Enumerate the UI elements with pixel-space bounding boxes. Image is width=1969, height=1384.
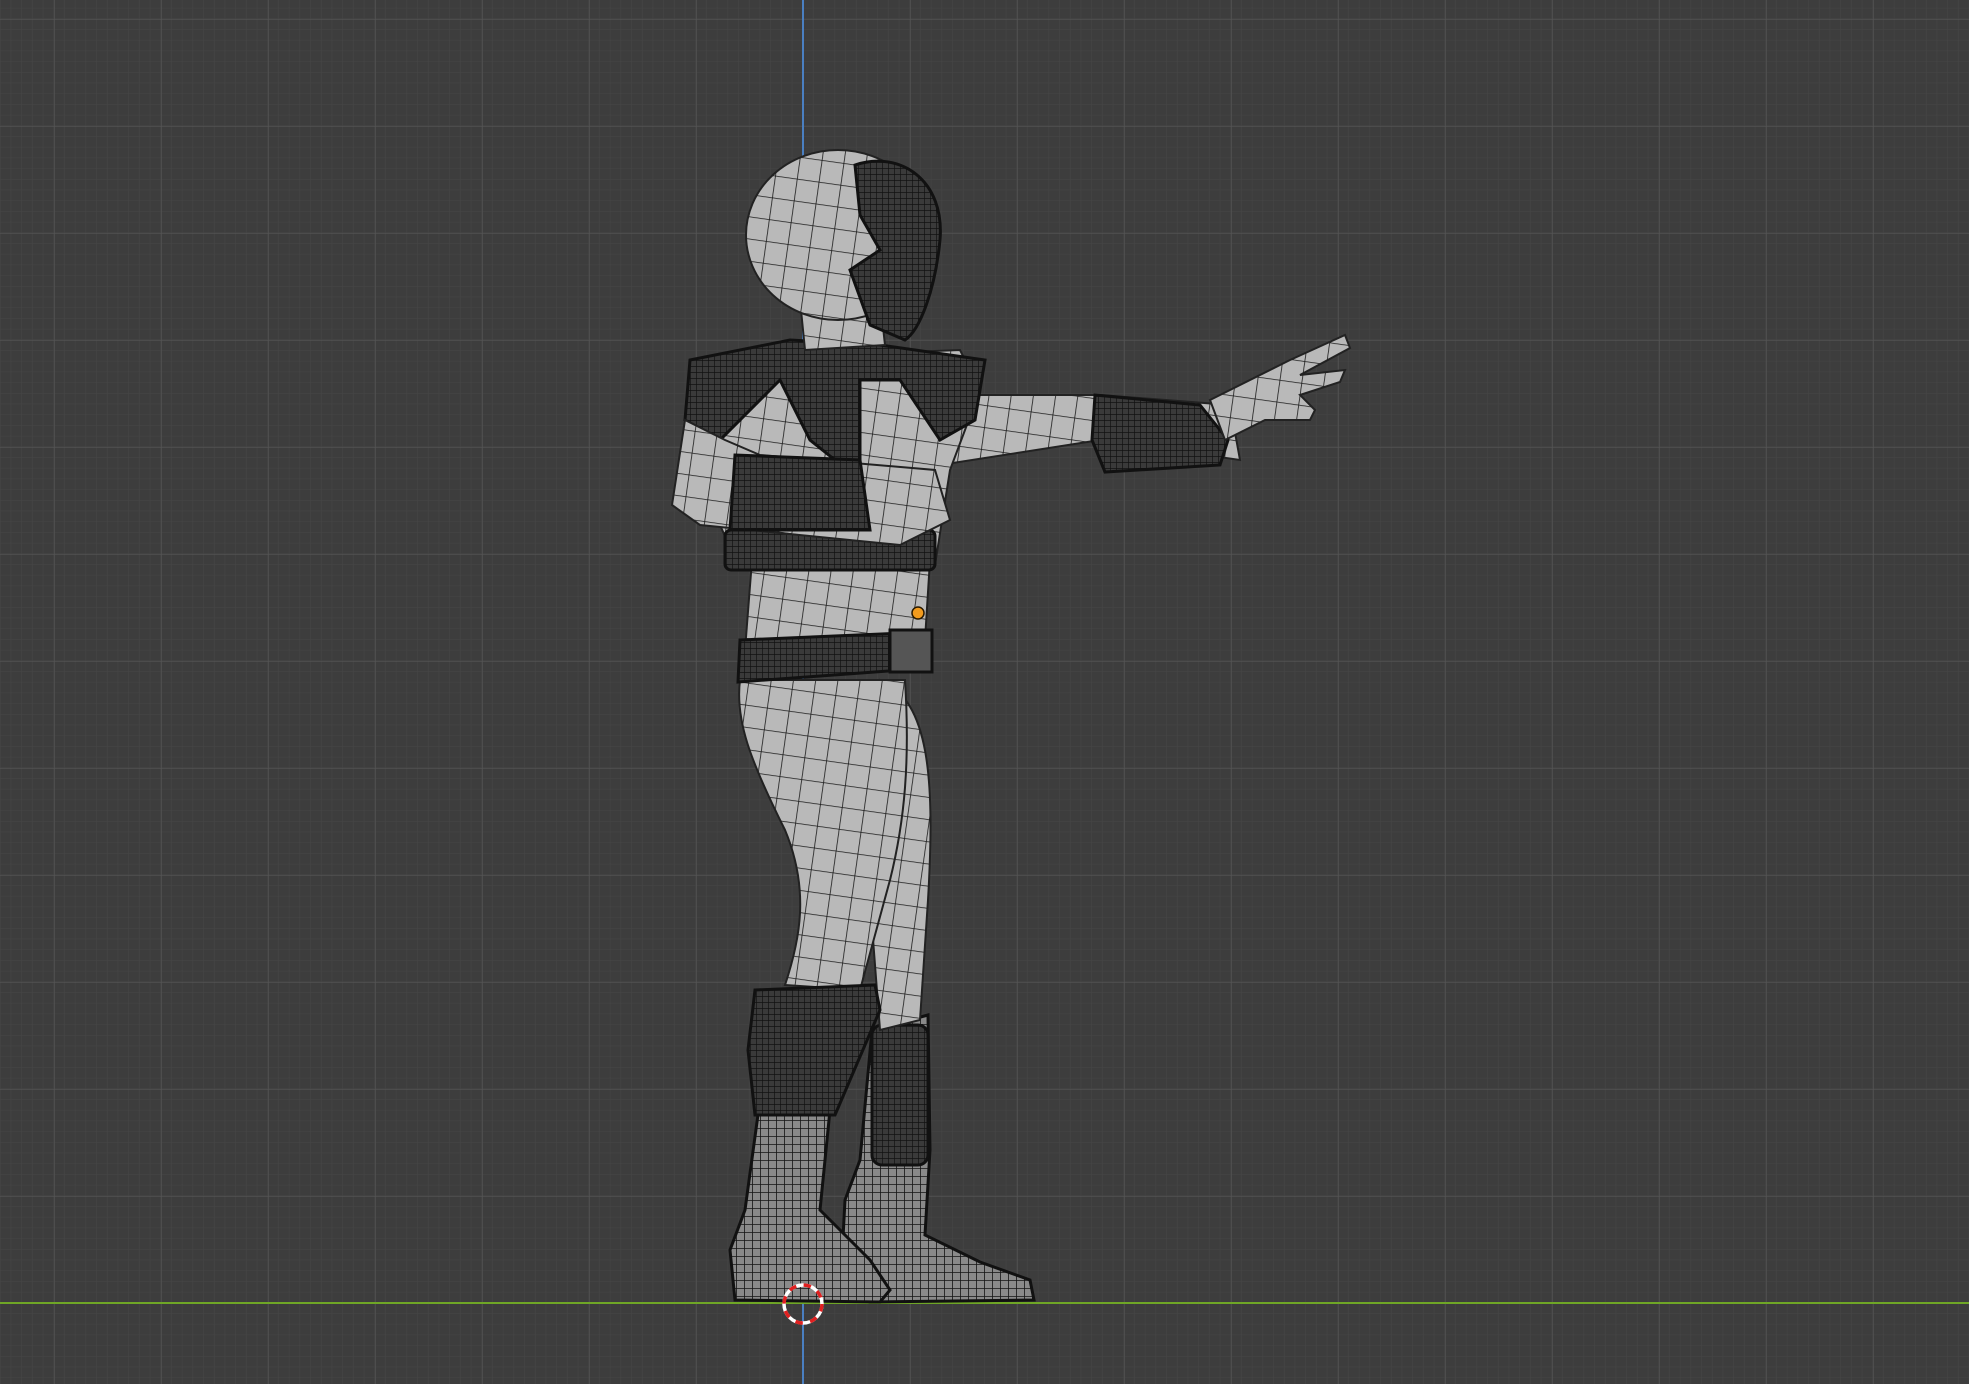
bracer-folded (728, 453, 872, 532)
object-origin-icon (911, 606, 925, 620)
3d-viewport[interactable] (0, 0, 1969, 1384)
viewport-canvas[interactable] (0, 0, 1969, 1384)
grid-major (0, 0, 1969, 1384)
shin-guard-back (870, 1023, 930, 1167)
belt-buckle (888, 628, 934, 674)
